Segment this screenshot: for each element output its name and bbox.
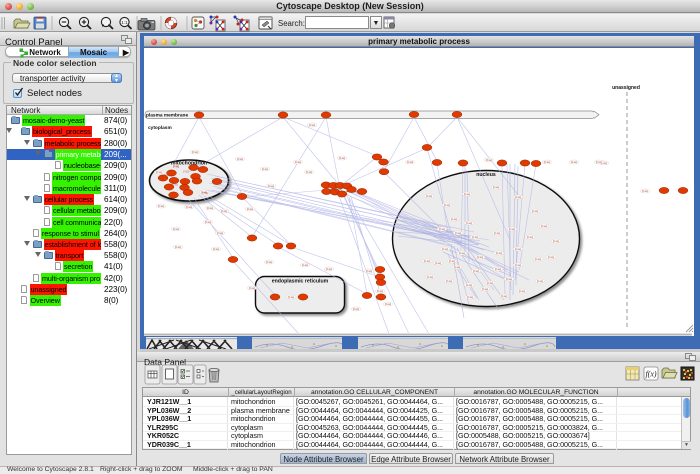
svg-text:[0:aa]: [0:aa] [548,256,554,259]
svg-text:[0:aa]: [0:aa] [464,193,470,196]
svg-text:[0:aa]: [0:aa] [473,270,479,273]
svg-text:[0:aa]: [0:aa] [173,228,179,231]
svg-text:[0:aa]: [0:aa] [535,258,541,261]
svg-text:[0:aa]: [0:aa] [493,186,499,189]
svg-text:[0:aa]: [0:aa] [494,232,500,235]
svg-text:[0:aa]: [0:aa] [451,218,457,221]
svg-text:[0:aa]: [0:aa] [642,190,648,193]
svg-text:unassigned: unassigned [612,85,640,91]
svg-text:[0:aa]: [0:aa] [306,171,312,174]
svg-text:[0:aa]: [0:aa] [266,261,272,264]
svg-text:[0:aa]: [0:aa] [326,268,332,271]
svg-text:[0:aa]: [0:aa] [377,290,383,293]
svg-text:[0:aa]: [0:aa] [302,264,308,267]
svg-text:[0:aa]: [0:aa] [435,262,441,265]
svg-text:[0:aa]: [0:aa] [482,288,488,291]
svg-text:[Y:0]: [Y:0] [184,171,189,174]
svg-text:[0:aa]: [0:aa] [449,260,455,263]
svg-text:[0:aa]: [0:aa] [537,280,543,283]
svg-text:[0:aa]: [0:aa] [571,161,577,164]
svg-text:[0:aa]: [0:aa] [527,236,533,239]
svg-text:[0:aa]: [0:aa] [268,185,274,188]
svg-text:[0:aa]: [0:aa] [509,228,515,231]
svg-text:plasma membrane: plasma membrane [146,113,188,119]
svg-text:[0:aa]: [0:aa] [439,228,445,231]
svg-text:[0:aa]: [0:aa] [467,296,473,299]
svg-text:[0:aa]: [0:aa] [515,264,521,267]
svg-text:[0:aa]: [0:aa] [309,124,315,127]
svg-text:[0:aa]: [0:aa] [262,168,268,171]
svg-text:[0:aa]: [0:aa] [207,207,213,210]
svg-text:[0:aa]: [0:aa] [217,232,223,235]
svg-text:[0:aa]: [0:aa] [407,161,413,164]
svg-text:[0:aa]: [0:aa] [186,206,192,209]
svg-text:[0:aa]: [0:aa] [515,196,521,199]
svg-text:[0:aa]: [0:aa] [496,252,502,255]
svg-text:f(x): f(x) [645,370,656,379]
svg-text:[0:aa]: [0:aa] [472,236,478,239]
svg-text:endoplasmic reticulum: endoplasmic reticulum [272,279,329,285]
svg-text:[0:aa]: [0:aa] [213,248,219,251]
svg-text:[0:aa]: [0:aa] [487,282,493,285]
svg-text:[0:aa]: [0:aa] [446,280,452,283]
svg-text:[0:aa]: [0:aa] [506,278,512,281]
svg-text:[0:aa]: [0:aa] [455,232,461,235]
svg-text:[0:aa]: [0:aa] [544,161,550,164]
svg-text:[0:aa]: [0:aa] [553,240,559,243]
svg-text:[0:aa]: [0:aa] [466,284,472,287]
svg-text:mitochondrion: mitochondrion [171,161,207,167]
svg-text:[0:aa]: [0:aa] [247,208,253,211]
svg-text:[0:aa]: [0:aa] [596,161,602,164]
svg-text:[0:aa]: [0:aa] [237,158,243,161]
svg-text:[0:aa]: [0:aa] [156,171,162,174]
svg-text:[0:aa]: [0:aa] [175,246,181,249]
svg-text:[0:aa]: [0:aa] [515,248,521,251]
svg-text:[0:aa]: [0:aa] [353,308,359,311]
svg-text:[0:aa]: [0:aa] [205,221,211,224]
svg-text:[0:aa]: [0:aa] [532,210,538,213]
svg-text:[0:aa]: [0:aa] [427,276,433,279]
svg-text:[0:aa]: [0:aa] [288,296,294,299]
svg-text:[0:aa]: [0:aa] [426,195,432,198]
svg-text:1:1: 1:1 [121,20,128,25]
svg-text:[0:aa]: [0:aa] [442,248,448,251]
svg-text:[0:aa]: [0:aa] [486,159,492,162]
svg-text:[0:aa]: [0:aa] [158,205,164,208]
svg-text:[0:aa]: [0:aa] [444,204,450,207]
svg-text:[0:aa]: [0:aa] [385,303,391,306]
svg-text:[0:aa]: [0:aa] [192,151,198,154]
svg-text:[0:aa]: [0:aa] [424,260,430,263]
svg-text:[0:aa]: [0:aa] [339,157,345,160]
svg-text:[0:aa]: [0:aa] [221,210,227,213]
svg-text:[0:aa]: [0:aa] [501,295,507,298]
svg-text:[0:aa]: [0:aa] [366,270,372,273]
svg-text:[0:aa]: [0:aa] [454,266,460,269]
svg-text:cytoplasm: cytoplasm [148,125,172,131]
svg-text:[0:aa]: [0:aa] [459,252,465,255]
svg-text:[0:aa]: [0:aa] [249,287,255,290]
svg-text:[0:aa]: [0:aa] [495,268,501,271]
svg-text:[0:aa]: [0:aa] [466,222,472,225]
svg-text:[0:aa]: [0:aa] [477,256,483,259]
svg-text:[0:aa]: [0:aa] [541,225,547,228]
svg-text:[Y:0]: [Y:0] [203,192,208,195]
svg-text:[0:aa]: [0:aa] [295,161,301,164]
svg-text:[0:aa]: [0:aa] [519,290,525,293]
svg-text:nucleus: nucleus [476,172,496,178]
